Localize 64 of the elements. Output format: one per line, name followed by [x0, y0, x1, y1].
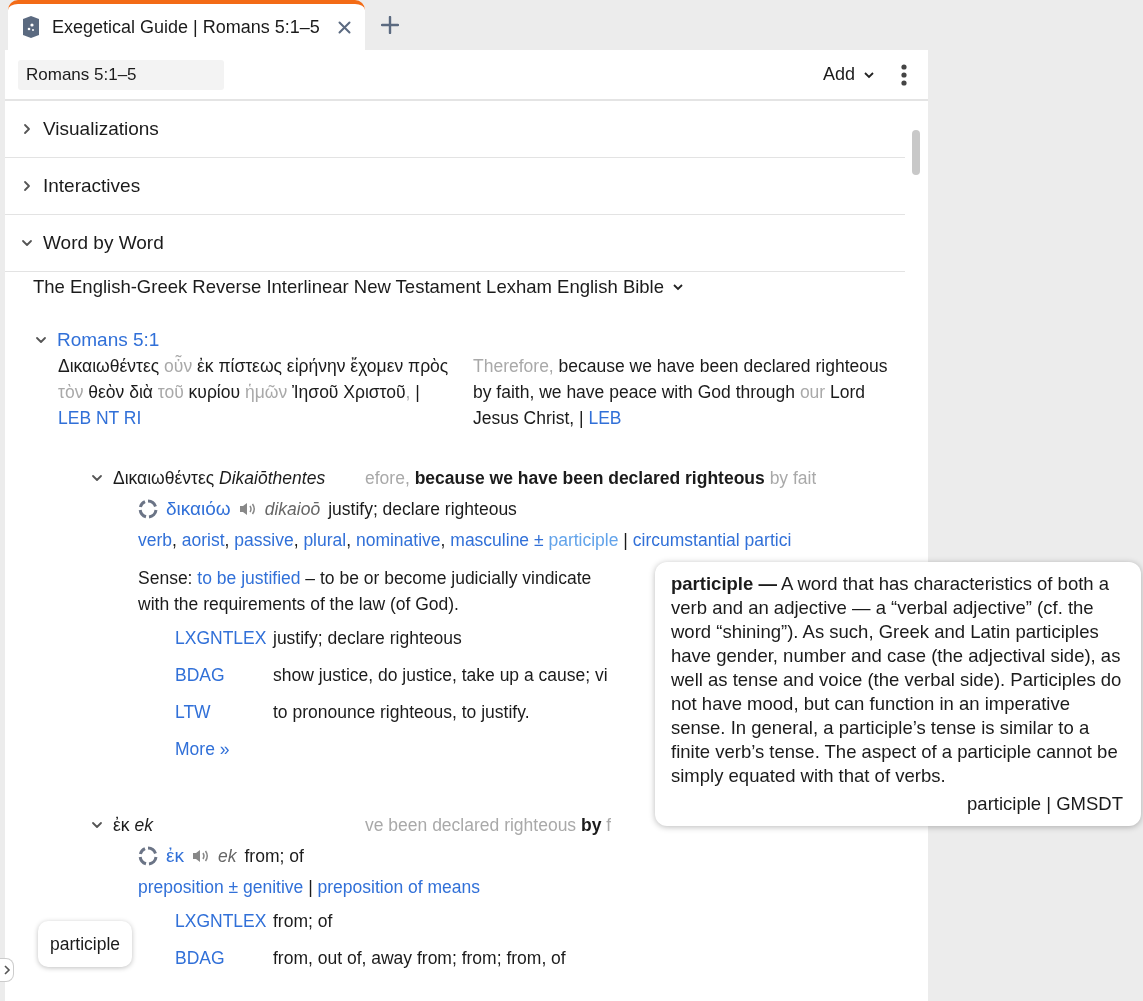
tooltip-text: participle — [50, 934, 121, 954]
morphology-link[interactable]: masculine ± — [450, 530, 549, 550]
lexicon-link[interactable]: BDAG — [175, 945, 225, 971]
verse-reference-link[interactable]: Romans 5:1 — [57, 329, 160, 351]
morphology-link[interactable]: plural — [303, 530, 347, 550]
tab-title: Exegetical Guide | Romans 5:1–5 — [52, 16, 321, 38]
morphology-link[interactable]: preposition of means — [317, 877, 480, 897]
morphology-link[interactable]: passive — [234, 530, 294, 550]
add-menu-button[interactable]: Add — [822, 64, 875, 85]
definition-source: participle | GMSDT — [966, 792, 1123, 816]
side-panel-toggle[interactable] — [0, 958, 14, 982]
morphology-link[interactable]: circumstantial partici — [632, 530, 792, 550]
plus-icon — [381, 16, 399, 34]
caret-icon — [672, 281, 684, 293]
lexicon-gloss: to pronounce righteous, to justify. — [273, 701, 530, 724]
morphology-line: verb, aorist, passive, plural, nominative, masculine ± participle | circumstantial partici — [138, 529, 793, 552]
sense-link[interactable]: to be justified — [197, 568, 301, 588]
reference-field[interactable]: Romans 5:1–5 — [18, 59, 224, 90]
tab[interactable]: Exegetical Guide | Romans 5:1–5 — [8, 0, 365, 50]
lexicon-gloss: justify; declare righteous — [273, 627, 462, 650]
speaker-icon[interactable] — [192, 848, 210, 864]
bible-selector[interactable]: The English-Greek Reverse Interlinear New Testament Lexham English Bible — [33, 276, 684, 298]
source-link[interactable]: LEB — [588, 408, 622, 428]
lexicon-link[interactable]: LXGNTLEX — [175, 625, 267, 651]
kebab-menu-icon — [901, 63, 907, 86]
section-toggle[interactable]: Word by Word — [5, 215, 905, 272]
context-phrase: ve been declared righteous by f — [365, 814, 612, 837]
close-icon — [338, 20, 351, 34]
shield-logo-icon — [22, 16, 40, 38]
close-tab-button[interactable] — [338, 20, 351, 34]
greek-verse-text: Δικαιωθέντες οὖν ἐκ πίστεως εἰρήνην ἔχομεν πρὸς τὸν θεὸν διὰ τοῦ κυρίου ἡμῶν Ἰησοῦ Χριστοῦ, | LEB NT RI — [58, 354, 450, 430]
transliteration: ek — [218, 845, 237, 868]
lexicon-link[interactable]: LXGNTLEX — [175, 908, 267, 934]
lexicon-gloss: from; of — [273, 910, 333, 933]
lemma-link[interactable]: δικαιόω — [166, 496, 231, 522]
context-phrase: efore, because we have been declared righteous by fait — [365, 467, 817, 490]
greek-word: Δικαιωθέντες Dikaiōthentes — [113, 467, 327, 490]
circular-arrows-icon[interactable] — [138, 499, 158, 519]
morphology-link[interactable]: aorist — [181, 530, 225, 550]
greek-word: ἐκ ek — [113, 814, 155, 837]
lexicon-link[interactable]: LTW — [175, 699, 211, 725]
lexicon-link[interactable]: BDAG — [175, 662, 225, 688]
english-verse-text: Therefore, because we have been declared righteous by faith, we have peace with God through our Lord Jesus Christ, | LEB — [473, 355, 889, 430]
scrollbar-thumb[interactable] — [912, 130, 920, 175]
section-toggle[interactable]: Visualizations — [5, 101, 905, 158]
section-toggle[interactable]: Interactives — [5, 158, 905, 215]
chevron-right-icon — [2, 965, 11, 975]
morphology-link[interactable]: verb — [138, 530, 173, 550]
lexicon-gloss: from, out of, away from; from; from, of — [273, 947, 566, 970]
morphology-link[interactable]: nominative — [355, 530, 441, 550]
more-link[interactable]: More » — [175, 736, 230, 762]
definition-text: participle — A word that has characteristics of both a verb and an adjective — a “verbal adjective” (cf. the word “shining”). As such, Greek and Latin participles have gender, number and case (the adjectival side), as well as tense and voice (the verbal side). Participles do not have mood, but can function in an imperative sense. In general, a participle’s tense is similar to a finite verb’s tense. The aspect of a participle cannot be simply equated with that of verbs. — [671, 572, 1123, 788]
gloss: from; of — [244, 845, 304, 868]
speaker-icon[interactable] — [238, 501, 257, 517]
transliteration: dikaioō — [264, 498, 321, 521]
lexicon-gloss: show justice, do justice, take up a cause; vi — [273, 664, 608, 687]
gloss: justify; declare righteous — [328, 498, 517, 521]
morphology-link[interactable]: participle — [548, 530, 619, 550]
lemma-link[interactable]: ἐκ — [166, 843, 184, 869]
more-options-button[interactable] — [901, 63, 907, 86]
source-link[interactable]: LEB NT RI — [58, 408, 142, 428]
morphology-link[interactable]: preposition ± genitive — [138, 877, 304, 897]
morphology-line: preposition ± genitive | preposition of means — [138, 876, 481, 899]
circular-arrows-icon[interactable] — [138, 846, 158, 866]
